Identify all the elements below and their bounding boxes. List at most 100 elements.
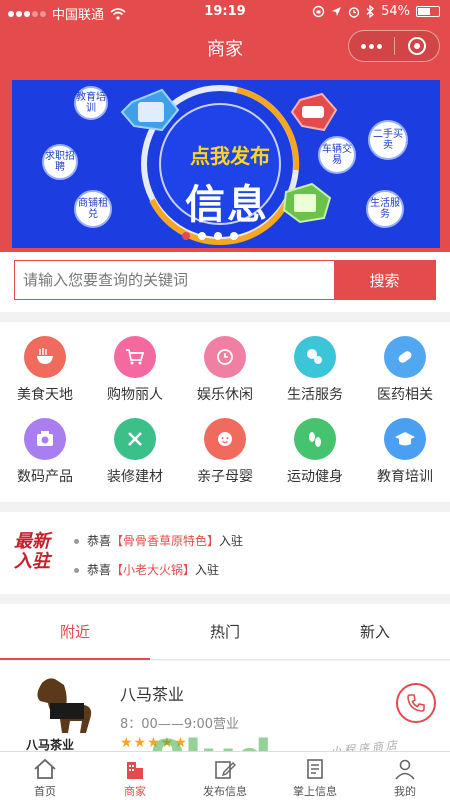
pager-dot[interactable] xyxy=(214,232,222,240)
tools-icon xyxy=(114,418,156,460)
bottom-tab-bar: 首页 商家 发布信息 掌上信息 我的 xyxy=(0,751,450,800)
category-item[interactable]: 数码产品 xyxy=(0,418,90,486)
bullet-icon xyxy=(74,568,79,573)
alarm-icon xyxy=(348,6,360,18)
bottom-tab-label: 我的 xyxy=(394,785,416,798)
shopping-cart-icon xyxy=(114,336,156,378)
banner-bubble: 教育培训 xyxy=(74,86,108,120)
news-suffix: 入驻 xyxy=(195,563,220,577)
clock-icon xyxy=(204,336,246,378)
rotation-lock-icon xyxy=(312,5,325,18)
more-dots-icon xyxy=(360,43,382,49)
category-item[interactable]: 教育培训 xyxy=(360,418,450,486)
search-button[interactable]: 搜索 xyxy=(334,261,435,299)
close-button[interactable] xyxy=(394,30,439,62)
bottom-tab-label: 商家 xyxy=(124,785,146,798)
banner-headline: 点我发布 xyxy=(190,144,270,168)
tab-new[interactable]: 新入 xyxy=(300,604,450,659)
category-label: 生活服务 xyxy=(287,387,343,403)
building-icon xyxy=(90,757,180,781)
more-button[interactable] xyxy=(349,30,394,62)
new-arrivals-logo: 最新 入驻 xyxy=(14,532,64,572)
bullet-icon xyxy=(74,539,79,544)
tab-nearby[interactable]: 附近 xyxy=(0,604,150,660)
bubbles-icon xyxy=(294,336,336,378)
document-icon xyxy=(270,757,360,781)
phone-icon xyxy=(407,694,425,712)
svg-text:八马茶业: 八马茶业 xyxy=(25,737,74,751)
news-suffix: 入驻 xyxy=(219,534,244,548)
news-shop-name: 【骨骨香草原特色】 xyxy=(111,534,220,548)
search-input[interactable] xyxy=(15,261,334,299)
bottom-tab-publish[interactable]: 发布信息 xyxy=(180,752,270,800)
pager-dot[interactable] xyxy=(198,232,206,240)
shop-hours: 8：00——9:00营业 xyxy=(120,717,240,732)
category-item[interactable]: 运动健身 xyxy=(270,418,360,486)
call-button[interactable] xyxy=(396,683,436,723)
category-item[interactable]: 装修建材 xyxy=(90,418,180,486)
category-label: 教育培训 xyxy=(377,469,433,485)
status-right: 54% xyxy=(312,4,440,19)
graduation-cap-icon xyxy=(384,418,426,460)
shop-rating-stars: ★★★★★ xyxy=(120,735,188,751)
banner-bubble: 求职招聘 xyxy=(42,144,78,180)
category-item[interactable]: 美食天地 xyxy=(0,336,90,404)
bottom-tab-label: 掌上信息 xyxy=(293,785,337,798)
category-label: 运动健身 xyxy=(287,469,343,485)
category-item[interactable]: 亲子母婴 xyxy=(180,418,270,486)
battery-icon xyxy=(416,6,440,17)
category-label: 装修建材 xyxy=(107,469,163,485)
new-arrivals-logo-line2: 入驻 xyxy=(14,551,50,572)
battery-percent: 54% xyxy=(381,4,410,19)
category-item[interactable]: 医药相关 xyxy=(360,336,450,404)
banner-section: 教育培训 求职招聘 商铺租兑 车辆交易 二手买卖 生活服务 点我发布 信息 xyxy=(0,70,450,252)
search-box: 搜索 xyxy=(14,260,436,300)
category-label: 娱乐休闲 xyxy=(197,387,253,403)
new-arrivals-panel: 最新 入驻 恭喜【骨骨香草原特色】入驻 恭喜【小老大火锅】入驻 xyxy=(0,512,450,594)
banner-big-text: 信息 xyxy=(185,182,269,228)
horse-logo-icon: 八马茶业 xyxy=(25,678,92,751)
bottom-tab-info[interactable]: 掌上信息 xyxy=(270,752,360,800)
banner-pager xyxy=(182,232,238,240)
pager-dot[interactable] xyxy=(182,232,190,240)
category-item[interactable]: 娱乐休闲 xyxy=(180,336,270,404)
category-label: 数码产品 xyxy=(17,469,73,485)
news-item[interactable]: 恭喜【骨骨香草原特色】入驻 xyxy=(74,532,243,549)
bottom-tab-label: 发布信息 xyxy=(203,785,247,798)
shop-logo: 八马茶业 xyxy=(20,675,106,751)
category-label: 医药相关 xyxy=(377,387,433,403)
search-section: 搜索 xyxy=(0,252,450,312)
bluetooth-icon xyxy=(366,5,375,18)
banner-bubble: 二手买卖 xyxy=(368,120,408,160)
user-icon xyxy=(360,757,450,781)
new-arrivals-logo-line1: 最新 xyxy=(14,531,50,552)
edit-icon xyxy=(180,757,270,781)
shop-card[interactable]: 八马茶业 八马茶业 8：00——9:00营业 ★★★★★ xyxy=(0,661,450,751)
pager-dot[interactable] xyxy=(230,232,238,240)
home-icon xyxy=(0,757,90,781)
banner-bubble: 商铺租兑 xyxy=(74,190,112,228)
list-tabs: 附近 热门 新入 xyxy=(0,604,450,660)
mini-program-capsule xyxy=(348,30,440,62)
baby-icon xyxy=(204,418,246,460)
bottom-tab-mine[interactable]: 我的 xyxy=(360,752,450,800)
camera-icon xyxy=(24,418,66,460)
category-item[interactable]: 生活服务 xyxy=(270,336,360,404)
bottom-tab-shops[interactable]: 商家 xyxy=(90,752,180,800)
banner-carousel[interactable]: 教育培训 求职招聘 商铺租兑 车辆交易 二手买卖 生活服务 点我发布 信息 xyxy=(12,80,440,248)
tab-hot[interactable]: 热门 xyxy=(150,604,300,659)
target-icon xyxy=(407,37,426,55)
location-icon xyxy=(332,7,342,16)
banner-bubble: 车辆交易 xyxy=(318,136,356,174)
footprints-icon xyxy=(294,418,336,460)
category-label: 美食天地 xyxy=(17,387,73,403)
news-prefix: 恭喜 xyxy=(87,563,112,577)
news-item[interactable]: 恭喜【小老大火锅】入驻 xyxy=(74,561,219,578)
noodle-bowl-icon xyxy=(24,336,66,378)
pill-icon xyxy=(384,336,426,378)
category-item[interactable]: 购物丽人 xyxy=(90,336,180,404)
nav-bar: 商家 xyxy=(0,24,450,70)
bottom-tab-home[interactable]: 首页 xyxy=(0,752,90,800)
status-bar: 中国联通 19:19 54% xyxy=(0,0,450,24)
category-label: 购物丽人 xyxy=(107,387,163,403)
